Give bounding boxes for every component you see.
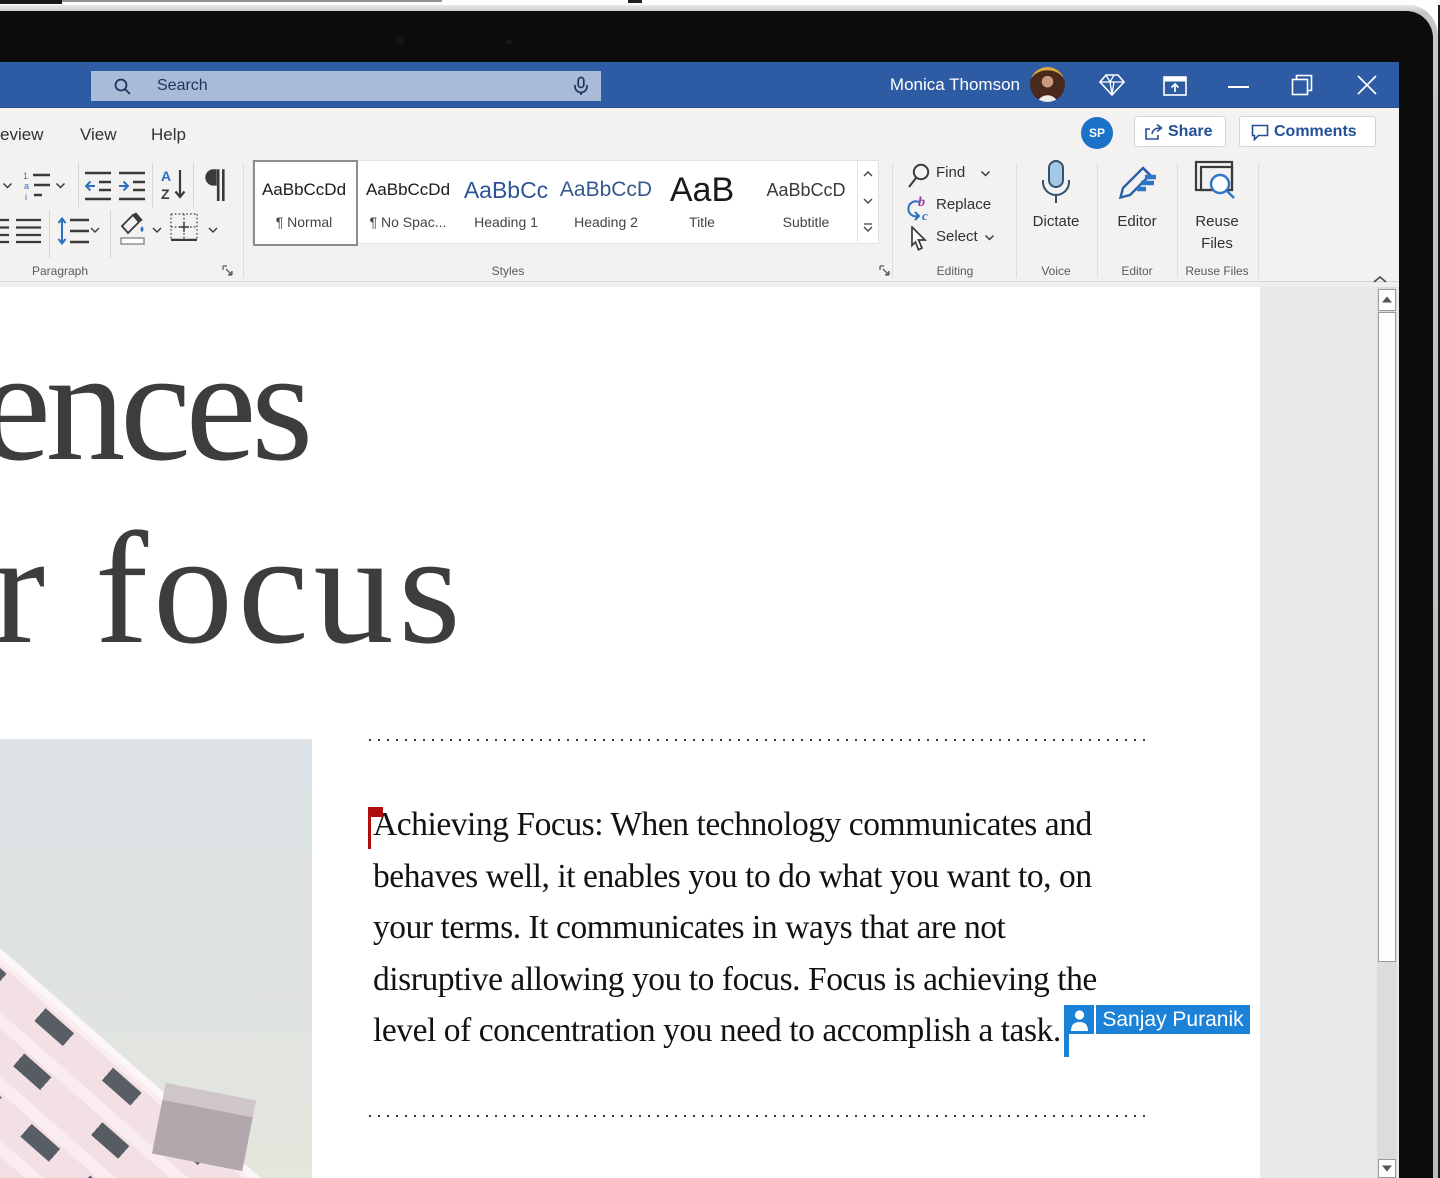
svg-text:i: i (25, 192, 27, 202)
svg-text:c: c (922, 208, 928, 222)
svg-text:A: A (161, 168, 171, 184)
svg-text:a: a (24, 181, 29, 191)
svg-text:Z: Z (161, 186, 170, 202)
svg-text:1: 1 (23, 171, 28, 181)
